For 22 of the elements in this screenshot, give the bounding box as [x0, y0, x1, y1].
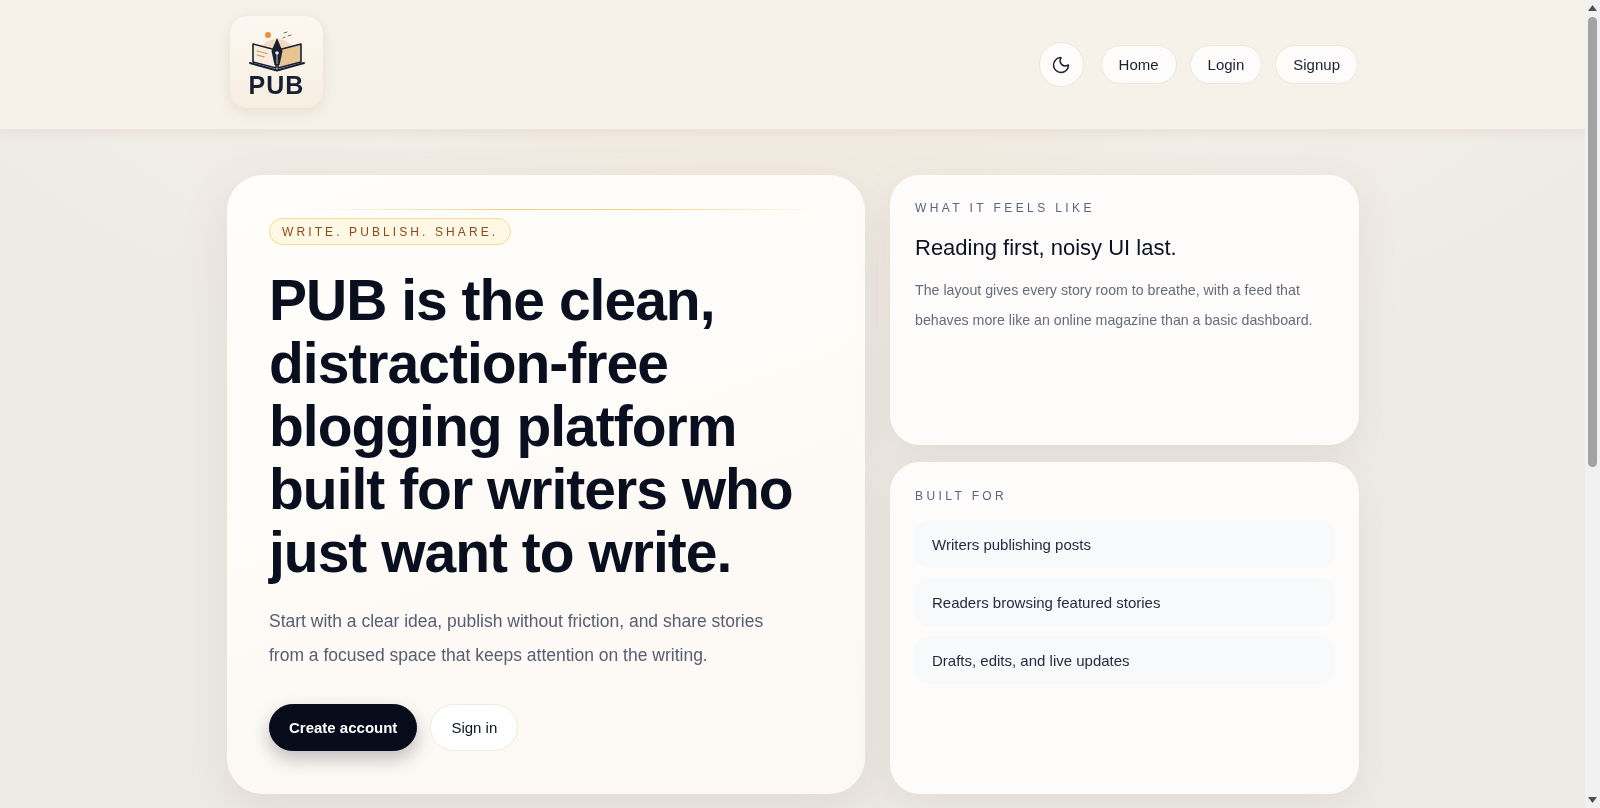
nav-link[interactable]: Home	[1100, 45, 1177, 84]
nav-link[interactable]: Login	[1189, 45, 1263, 84]
audience-item: Writers publishing posts	[915, 520, 1335, 568]
create-account-button[interactable]: Create account	[269, 704, 418, 751]
theme-toggle-button[interactable]	[1038, 42, 1084, 87]
tagline-badge: WRITE. PUBLISH. SHARE.	[269, 218, 512, 245]
sign-in-button[interactable]: Sign in	[430, 704, 519, 751]
audience-item: Drafts, edits, and live updates	[915, 636, 1335, 684]
hero-description: Start with a clear idea, publish without friction, and share stories from a focused space that keeps attention on the writing.	[269, 610, 765, 667]
logo-text: PUB	[248, 71, 305, 98]
scrollbar-thumb[interactable]	[1588, 17, 1597, 467]
card-description: The layout gives every story room to breathe, with a feed that behaves more like an online magazine than a basic dashboard.	[915, 281, 1314, 330]
scrollbar[interactable]	[1585, 0, 1600, 808]
hero-headline: PUB is the clean, distraction-free blogging platform built for writers who just want to write.	[269, 269, 794, 584]
audience-item: Readers browsing featured stories	[915, 578, 1335, 626]
card-eyebrow: BUILT FOR	[915, 489, 1008, 503]
card-eyebrow: WHAT IT FEELS LIKE	[915, 201, 1095, 215]
nav-link[interactable]: Signup	[1275, 45, 1358, 84]
moon-icon	[1051, 54, 1072, 75]
scroll-up-icon[interactable]	[1588, 5, 1597, 11]
card-title: Reading first, noisy UI last.	[915, 234, 1177, 262]
scroll-down-icon[interactable]	[1588, 797, 1597, 803]
